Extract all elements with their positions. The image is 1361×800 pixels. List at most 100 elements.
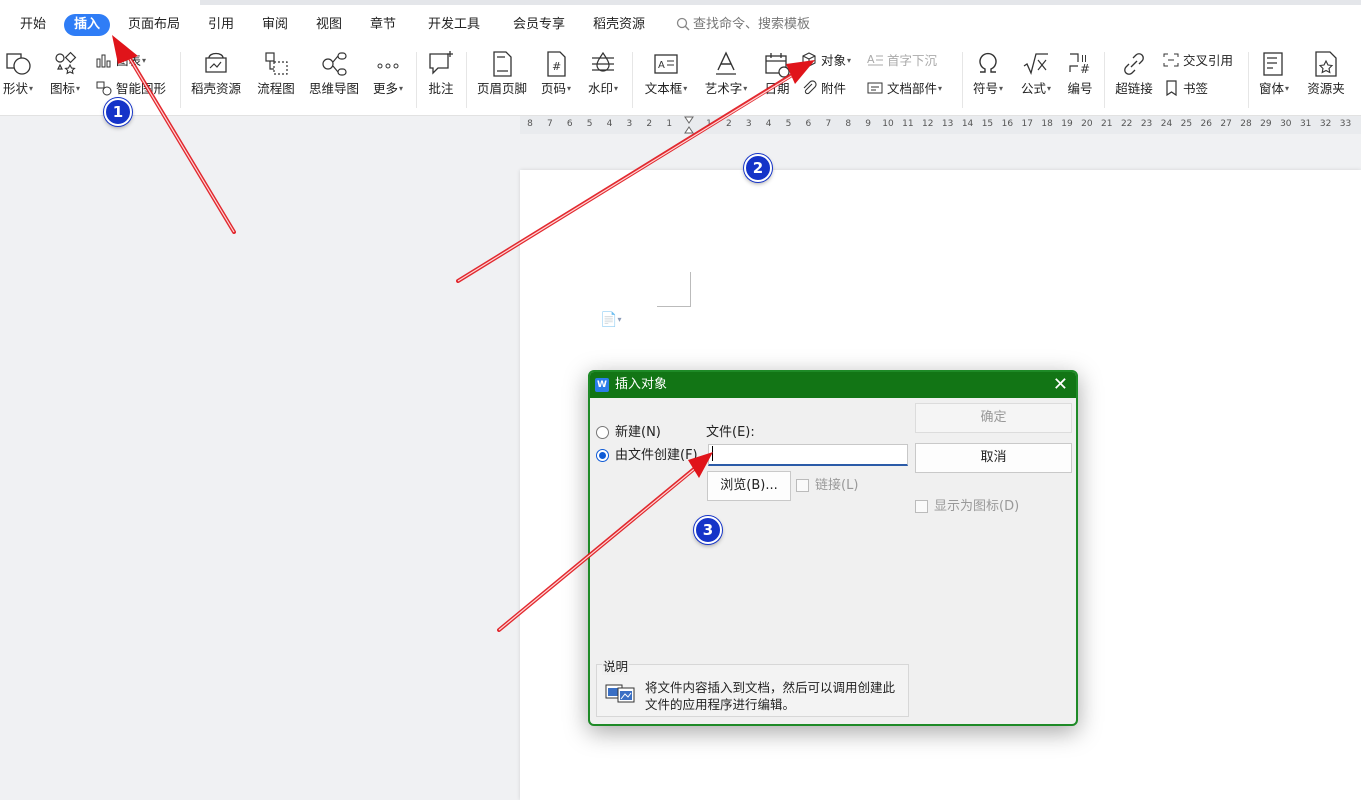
flowchart-button[interactable]: 流程图 bbox=[254, 48, 298, 108]
indent-marker-icon[interactable] bbox=[684, 116, 694, 134]
tab-view[interactable]: 视图 bbox=[316, 14, 342, 36]
ribbon-separator bbox=[1248, 52, 1249, 108]
window-strip bbox=[200, 0, 1361, 5]
chart-label: 图表 bbox=[116, 53, 142, 68]
ruler-tick-label: 10 bbox=[882, 119, 894, 129]
horizontal-ruler[interactable]: 8 7 6 5 4 3 2 1 1 2 3 4 5 6 7 8 9 10 11 12 13 14 15 16 17 18 19 20 2… bbox=[520, 116, 1361, 134]
cube-icon bbox=[802, 52, 816, 67]
header-footer-button[interactable]: 页眉页脚 bbox=[474, 48, 530, 108]
ok-button[interactable]: 确定 bbox=[915, 403, 1072, 433]
attachment-button[interactable]: 附件 bbox=[800, 78, 846, 100]
ruler-tick-label: 13 bbox=[941, 119, 954, 129]
more-label: 更多 bbox=[372, 81, 398, 96]
header-footer-label: 页眉页脚 bbox=[476, 81, 527, 96]
step-badge-3: 3 bbox=[694, 516, 722, 544]
ruler-tick-label: 5 bbox=[586, 119, 593, 129]
ruler-tick-label: 7 bbox=[546, 119, 553, 129]
date-button[interactable]: 日期 bbox=[760, 48, 794, 108]
shape-button[interactable]: 形状▾ bbox=[0, 48, 36, 108]
ruler-tick-label: 1 bbox=[666, 119, 673, 129]
header-footer-icon bbox=[493, 51, 512, 77]
watermark-button[interactable]: 水印▾ bbox=[584, 48, 622, 108]
ruler-tick-label: 23 bbox=[1140, 119, 1153, 129]
dialog-titlebar[interactable]: W 插入对象 ✕ bbox=[590, 372, 1076, 398]
ruler-tick-label: 4 bbox=[765, 119, 772, 129]
cross-reference-button[interactable]: 交叉引用 bbox=[1162, 50, 1233, 72]
file-path-input[interactable] bbox=[708, 444, 908, 466]
tab-docer[interactable]: 稻壳资源 bbox=[593, 14, 645, 36]
hyperlink-button[interactable]: 超链接 bbox=[1112, 48, 1156, 108]
icons-icon bbox=[55, 51, 77, 75]
ruler-tick-label: 30 bbox=[1280, 119, 1292, 129]
close-icon[interactable]: ✕ bbox=[1053, 372, 1068, 398]
textbox-icon: A bbox=[654, 54, 678, 74]
ruler-tick-label: 8 bbox=[527, 119, 533, 129]
ruler-tick-label: 27 bbox=[1220, 119, 1232, 129]
wordart-button[interactable]: 艺术字▾ bbox=[700, 48, 752, 108]
drop-cap-button[interactable]: A 首字下沉 bbox=[866, 50, 937, 72]
tab-developer[interactable]: 开发工具 bbox=[428, 14, 480, 36]
bookmark-icon bbox=[1166, 80, 1177, 97]
object-file-icon bbox=[605, 684, 635, 703]
tab-chapter[interactable]: 章节 bbox=[370, 14, 396, 36]
search-box[interactable]: 查找命令、搜索模板 bbox=[676, 14, 810, 36]
object-button[interactable]: 对象▾ bbox=[800, 50, 851, 72]
ruler-tick-label: 1 bbox=[706, 119, 712, 129]
tab-member[interactable]: 会员专享 bbox=[513, 14, 565, 36]
page-number-label: 页码 bbox=[540, 81, 566, 96]
formula-icon bbox=[1023, 53, 1048, 75]
tab-references[interactable]: 引用 bbox=[208, 14, 234, 36]
form-icon bbox=[1263, 52, 1283, 76]
browse-button[interactable]: 浏览(B)... bbox=[707, 471, 791, 501]
tab-page-layout[interactable]: 页面布局 bbox=[128, 14, 180, 36]
display-as-icon-checkbox[interactable] bbox=[915, 500, 928, 513]
bookmark-button[interactable]: 书签 bbox=[1162, 78, 1208, 100]
cross-reference-icon bbox=[1163, 53, 1179, 67]
link-checkbox[interactable] bbox=[796, 479, 809, 492]
comment-button[interactable]: 批注 bbox=[424, 48, 458, 108]
doc-parts-icon bbox=[867, 82, 883, 94]
link-icon bbox=[1124, 53, 1144, 75]
margin-corner-mark bbox=[657, 272, 691, 307]
ruler-tick-label: 26 bbox=[1200, 119, 1212, 129]
mindmap-button[interactable]: 思维导图 bbox=[306, 48, 362, 108]
from-file-radio[interactable] bbox=[596, 449, 609, 462]
new-radio[interactable] bbox=[596, 426, 609, 439]
chart-button[interactable]: 图表▾ bbox=[95, 50, 146, 72]
docer-resource-button[interactable]: 稻壳资源 bbox=[188, 48, 244, 108]
ruler-tick-label: 18 bbox=[1041, 119, 1053, 129]
doc-parts-button[interactable]: 文档部件▾ bbox=[866, 78, 942, 100]
flowchart-label: 流程图 bbox=[257, 81, 295, 96]
ruler-tick-label: 2 bbox=[646, 119, 653, 129]
ruler-tick-label: 2 bbox=[725, 119, 732, 129]
ruler-tick-label: 31 bbox=[1299, 119, 1312, 129]
page-number-button[interactable]: # 页码▾ bbox=[538, 48, 574, 108]
tab-review[interactable]: 审阅 bbox=[262, 14, 288, 36]
form-button[interactable]: 窗体▾ bbox=[1254, 48, 1294, 108]
ribbon-separator bbox=[180, 52, 181, 108]
paste-options-icon[interactable]: 📄▾ bbox=[600, 312, 621, 328]
step-badge-2: 2 bbox=[744, 154, 772, 182]
icon-button[interactable]: 图标▾ bbox=[46, 48, 84, 108]
svg-text:II: II bbox=[1081, 54, 1087, 65]
tab-insert[interactable]: 插入 bbox=[64, 14, 111, 36]
ribbon-insert: 形状▾ 图标▾ 图表▾ 智能图形 稻壳资源 流程图 思维导图 更多▾ 批注 页眉… bbox=[0, 44, 1361, 116]
smart-shape-button[interactable]: 智能图形 bbox=[95, 78, 166, 100]
ruler-tick-label: 6 bbox=[805, 119, 812, 129]
doc-parts-label: 文档部件 bbox=[887, 81, 938, 96]
svg-text:#: # bbox=[552, 60, 561, 73]
drop-cap-label: 首字下沉 bbox=[887, 53, 938, 68]
tab-home[interactable]: 开始 bbox=[20, 14, 46, 36]
cross-reference-label: 交叉引用 bbox=[1183, 53, 1234, 68]
numbering-button[interactable]: # II 编号 bbox=[1064, 48, 1096, 108]
file-field-label: 文件(E): bbox=[706, 425, 755, 440]
more-button[interactable]: 更多▾ bbox=[368, 48, 408, 108]
from-file-radio-label[interactable]: 由文件创建(F) bbox=[615, 447, 698, 465]
new-radio-label[interactable]: 新建(N) bbox=[615, 424, 661, 442]
resource-folder-button[interactable]: 资源夹 bbox=[1302, 48, 1350, 108]
ruler-tick-label: 19 bbox=[1061, 119, 1073, 129]
cancel-button[interactable]: 取消 bbox=[915, 443, 1072, 473]
formula-button[interactable]: 公式▾ bbox=[1016, 48, 1056, 108]
textbox-button[interactable]: A 文本框▾ bbox=[640, 48, 692, 108]
symbol-button[interactable]: 符号▾ bbox=[968, 48, 1008, 108]
